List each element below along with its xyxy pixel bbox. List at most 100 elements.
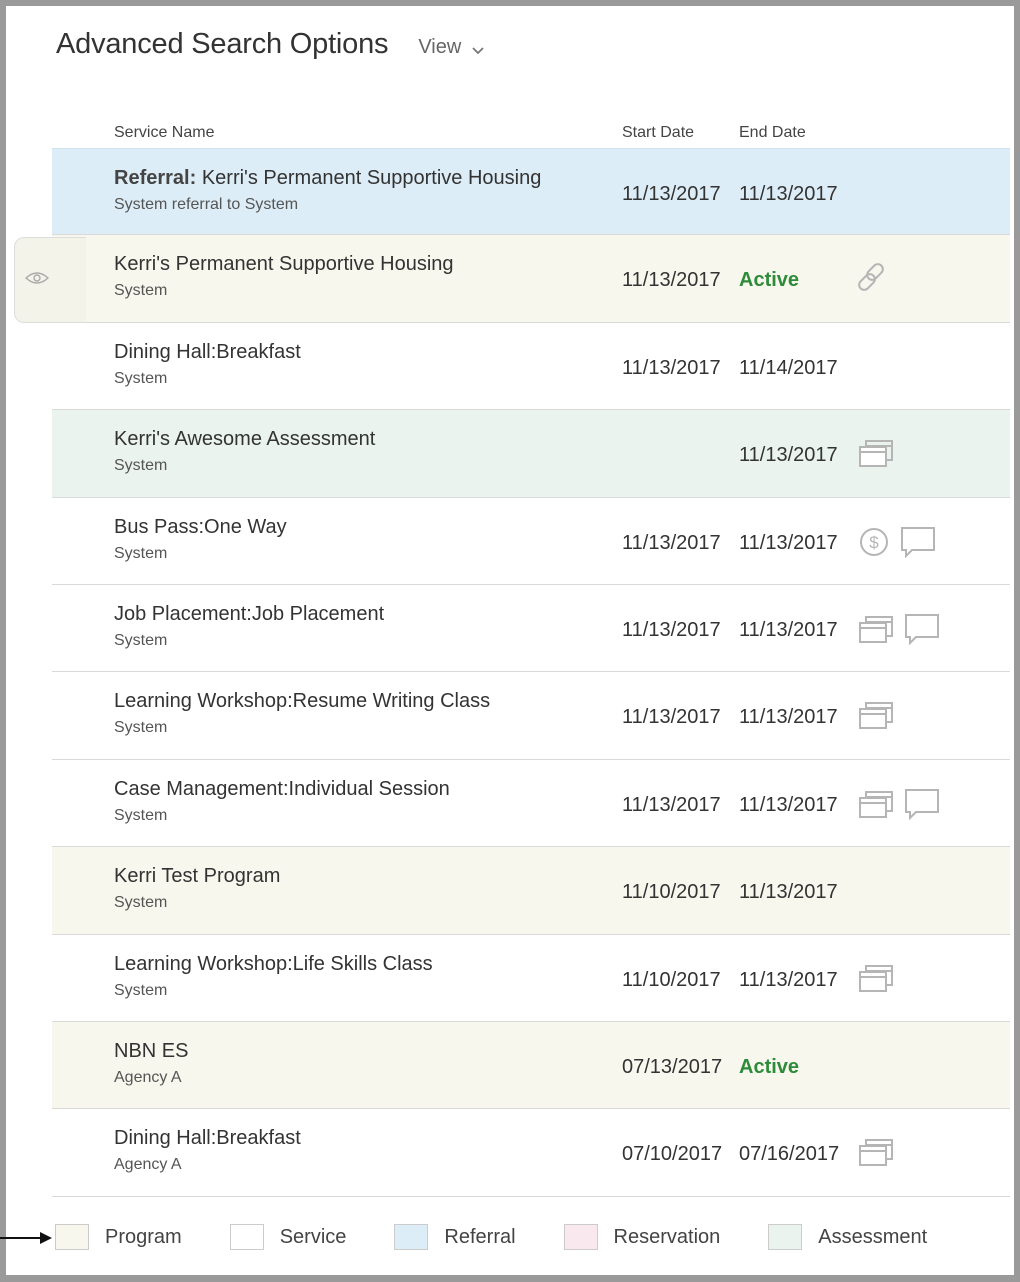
row-icons [852,257,892,297]
status-active: Active [739,1055,800,1078]
comment-icon[interactable] [904,788,940,820]
row-icons [858,438,894,468]
windows-icon[interactable] [858,789,894,819]
view-dropdown[interactable]: View [418,36,485,59]
service-name-text: Learning Workshop:Life Skills Class [114,952,433,975]
service-name: Kerri Test Program [114,865,280,888]
referral-prefix: Referral: [114,167,197,189]
service-name-text: Job Placement:Job Placement [114,602,385,625]
provider-name: System [114,282,168,300]
legend-swatch [563,1224,598,1250]
column-header-end-date[interactable]: End Date [739,124,806,142]
service-name: Kerri's Permanent Supportive Housing [114,253,454,276]
service-name-text: Dining Hall:Breakfast [114,340,301,363]
provider-name: System [114,631,168,649]
view-label: View [418,36,462,58]
start-date: 11/13/2017 [622,531,721,554]
legend-swatch [768,1224,803,1250]
row-icons: $ [858,526,936,558]
legend-label: Reservation [613,1225,721,1248]
windows-icon[interactable] [858,1137,894,1167]
table-row[interactable]: Dining Hall:Breakfast Agency A 07/10/2017 0… [52,1109,1010,1197]
row-icons [858,1137,894,1167]
service-name: Kerri's Awesome Assessment [114,428,375,451]
eye-icon [24,271,50,290]
service-name: Dining Hall:Breakfast [114,1127,301,1150]
link-icon[interactable] [852,257,892,297]
provider-name: Agency A [114,1156,182,1174]
dollar-icon[interactable]: $ [858,526,890,558]
legend-label: Assessment [818,1225,928,1248]
provider-name: System [114,981,168,999]
table-row[interactable]: Kerri's Awesome Assessment System 11/13/20… [52,410,1010,498]
table-row[interactable]: Dining Hall:Breakfast System 11/13/2017 11/… [52,322,1010,411]
end-date: 11/13/2017 [739,706,838,729]
table-row[interactable]: Learning Workshop:Life Skills Class Syste… [52,934,1010,1022]
row-icons [858,788,940,820]
table-row[interactable]: Case Management:Individual Session System… [52,759,1010,848]
comment-icon[interactable] [900,526,936,558]
page-header: Advanced Search Options View [56,28,485,68]
status-active: Active [739,269,800,292]
legend-swatch [394,1224,429,1250]
windows-icon[interactable] [858,963,894,993]
end-date: 11/13/2017 [739,968,838,991]
service-name-text: Kerri Test Program [114,865,281,888]
table-row[interactable]: Bus Pass:One Way System 11/13/2017 11/13/20… [52,497,1010,585]
table-row[interactable]: Kerri Test Program System 11/10/2017 11/13/… [52,847,1010,935]
arrow-pointer-icon [0,1230,54,1246]
windows-icon[interactable] [858,700,894,730]
provider-name: System [114,719,168,737]
service-name-text: Learning Workshop:Resume Writing Class [114,690,491,713]
provider-name: System [114,806,168,824]
table-row[interactable]: Kerri's Permanent Supportive Housing Syst… [52,235,1010,323]
table-row[interactable]: Learning Workshop:Resume Writing Class Sy… [52,672,1010,760]
legend-item-reservation: Reservation [563,1224,721,1250]
service-name: Referral: Kerri's Permanent Supportive H… [114,167,541,190]
start-date: 07/13/2017 [622,1055,723,1078]
view-details-tab[interactable] [14,237,86,323]
service-name: NBN ES [114,1040,188,1063]
start-date: 11/10/2017 [622,881,721,904]
provider-name: System [114,369,168,387]
services-table: Referral: Kerri's Permanent Supportive H… [52,148,1010,1197]
windows-icon[interactable] [858,438,894,468]
start-date: 11/10/2017 [622,968,721,991]
comment-icon[interactable] [904,613,940,645]
end-date: 11/13/2017 [739,618,838,641]
column-header-start-date[interactable]: Start Date [622,124,694,142]
end-date: 11/13/2017 [739,881,838,904]
provider-name: System [114,894,168,912]
service-name: Learning Workshop:Life Skills Class [114,953,433,976]
end-date: 11/13/2017 [739,444,838,467]
legend-item-assessment: Assessment [768,1224,927,1250]
windows-icon[interactable] [858,614,894,644]
legend-swatch [55,1224,89,1250]
legend-item-referral: Referral [394,1224,516,1250]
row-icons [858,700,894,730]
start-date: 11/13/2017 [622,356,721,379]
service-name-text: NBN ES [114,1039,189,1062]
end-date: 11/13/2017 [739,531,838,554]
service-name-text: Kerri's Awesome Assessment [114,428,376,451]
legend-swatch [229,1224,264,1250]
end-date: 07/16/2017 [739,1143,840,1166]
start-date: 07/10/2017 [622,1143,723,1166]
page-title: Advanced Search Options [56,28,389,60]
start-date: 11/13/2017 [622,269,721,292]
service-name: Case Management:Individual Session [114,778,450,801]
table-row[interactable]: Referral: Kerri's Permanent Supportive H… [52,148,1010,236]
table-row[interactable]: NBN ES Agency A 07/13/2017 Active [52,1021,1010,1110]
service-name: Job Placement:Job Placement [114,603,384,626]
row-icons [858,613,940,645]
column-header-service-name[interactable]: Service Name [114,124,214,142]
end-date: 11/14/2017 [739,356,838,379]
provider-name: Agency A [114,1068,182,1086]
table-row[interactable]: Job Placement:Job Placement System 11/13/2… [52,584,1010,673]
provider-name: System [114,544,168,562]
service-name: Dining Hall:Breakfast [114,341,301,364]
row-icons [858,963,894,993]
end-date: 11/13/2017 [739,183,838,205]
service-name: Learning Workshop:Resume Writing Class [114,690,490,713]
legend-item-service: Service [229,1224,346,1250]
